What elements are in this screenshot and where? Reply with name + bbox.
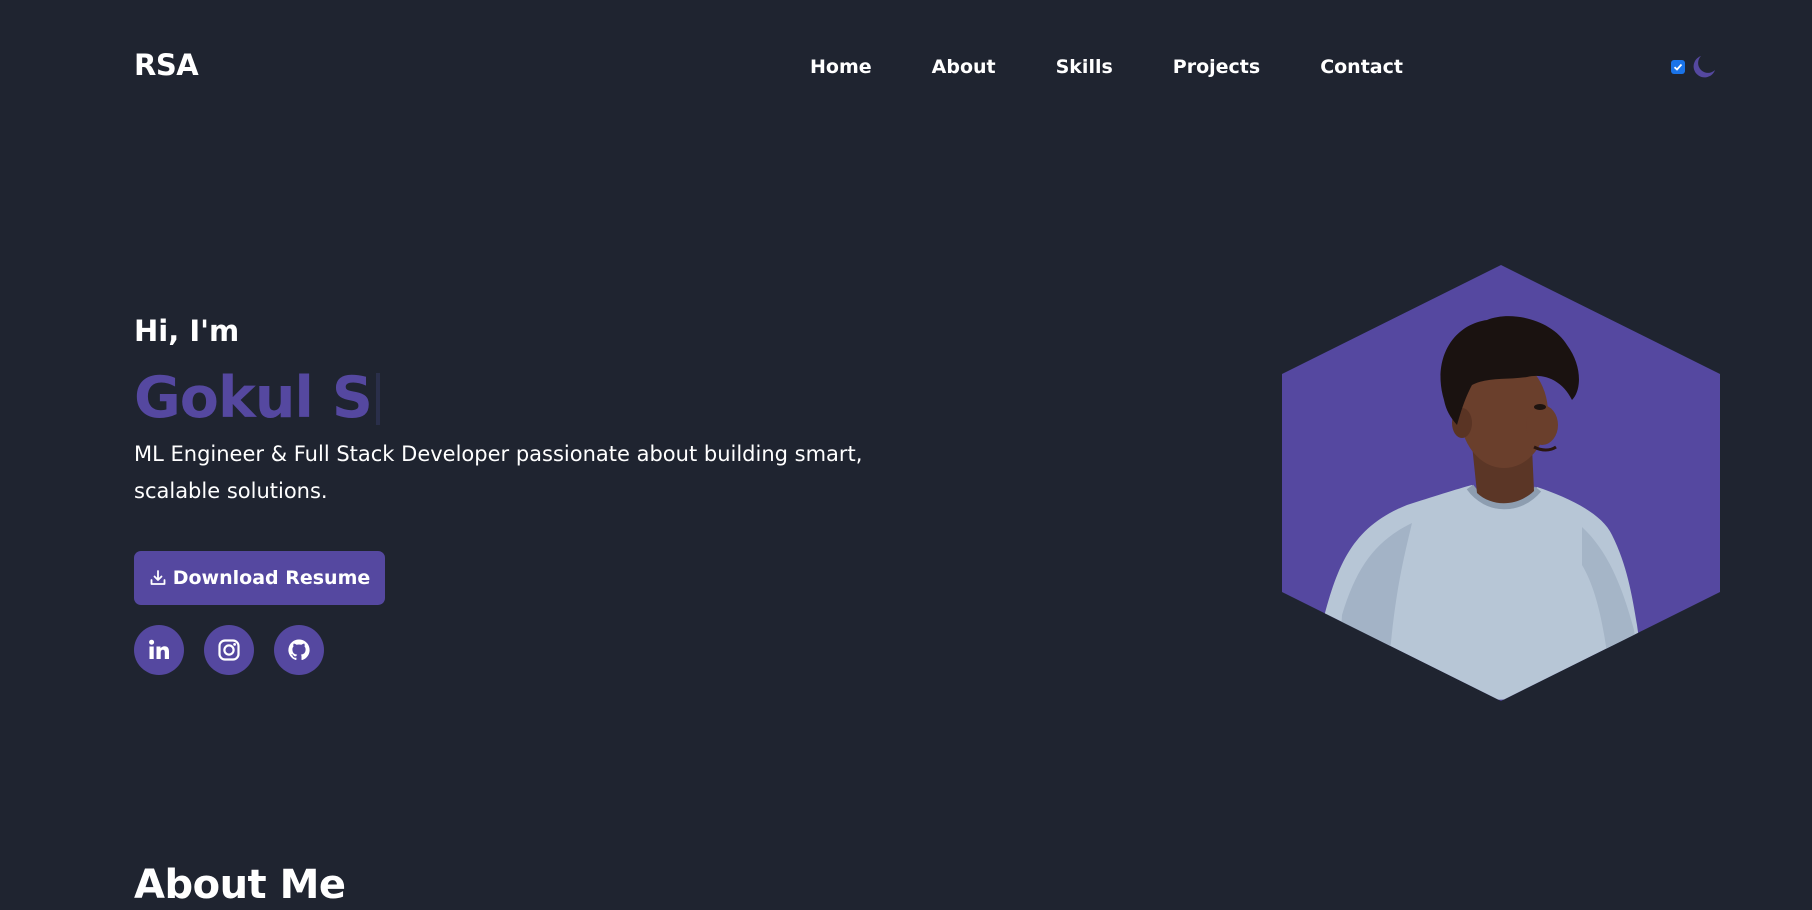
theme-toggle: [1671, 54, 1717, 80]
github-link[interactable]: [274, 625, 324, 675]
social-links: [134, 625, 324, 675]
download-resume-button[interactable]: Download Resume: [134, 551, 385, 605]
typing-caret: [375, 373, 380, 425]
hero-name-wrapper: Gokul S: [134, 362, 380, 434]
download-resume-label: Download Resume: [172, 567, 371, 589]
about-section-title: About Me: [134, 862, 346, 908]
portfolio-page: RSA Home About Skills Projects Contact H…: [0, 0, 1812, 910]
site-logo[interactable]: RSA: [134, 48, 199, 82]
checkmark-icon: [1673, 63, 1683, 71]
nav-about[interactable]: About: [932, 56, 996, 78]
github-icon: [288, 639, 310, 661]
linkedin-link[interactable]: [134, 625, 184, 675]
main-nav: Home About Skills Projects Contact: [810, 56, 1403, 78]
nav-projects[interactable]: Projects: [1173, 56, 1260, 78]
nav-skills[interactable]: Skills: [1056, 56, 1113, 78]
theme-checkbox[interactable]: [1671, 60, 1685, 74]
linkedin-icon: [149, 639, 169, 659]
instagram-icon: [218, 639, 240, 661]
moon-icon[interactable]: [1691, 54, 1717, 80]
hero-greeting: Hi, I'm: [134, 314, 240, 348]
instagram-link[interactable]: [204, 625, 254, 675]
hero-name: Gokul S: [134, 365, 373, 431]
nav-contact[interactable]: Contact: [1320, 56, 1403, 78]
download-icon: [150, 570, 166, 585]
nav-home[interactable]: Home: [810, 56, 872, 78]
profile-photo: [1282, 265, 1720, 701]
hero-description: ML Engineer & Full Stack Developer passi…: [134, 442, 863, 503]
